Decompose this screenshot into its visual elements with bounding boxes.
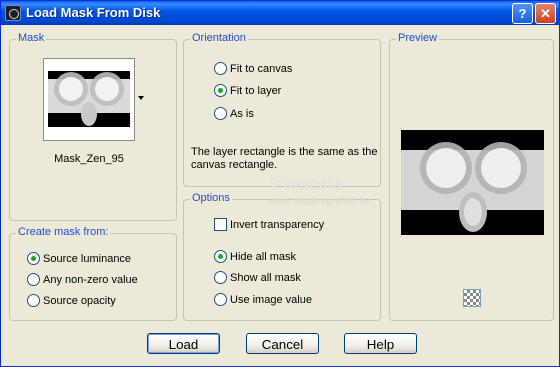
label-as-is[interactable]: As is <box>230 108 254 120</box>
title-close-button[interactable]: ✕ <box>535 3 556 24</box>
create-mask-from-title: Create mask from: <box>16 226 111 238</box>
orientation-description: The layer rectangle is the same as the c… <box>191 146 378 171</box>
transparency-checker-icon[interactable] <box>463 289 481 307</box>
mask-group-title: Mask <box>16 32 47 44</box>
radio-source-opacity[interactable] <box>27 294 40 307</box>
cancel-button[interactable]: Cancel <box>246 333 319 354</box>
mask-thumbnail[interactable] <box>43 58 135 141</box>
mask-thumbnail-image <box>44 59 134 140</box>
radio-hide-all-mask[interactable] <box>214 250 227 263</box>
help-button[interactable]: Help <box>344 333 417 354</box>
label-show-all-mask[interactable]: Show all mask <box>230 272 301 284</box>
label-hide-all-mask[interactable]: Hide all mask <box>230 251 296 263</box>
radio-fit-to-layer[interactable] <box>214 84 227 97</box>
radio-use-image-value[interactable] <box>214 293 227 306</box>
radio-fit-to-canvas[interactable] <box>214 62 227 75</box>
radio-source-luminance[interactable] <box>27 252 40 265</box>
title-bar[interactable]: Load Mask From Disk ? ✕ <box>1 1 559 25</box>
checkbox-invert-transparency[interactable] <box>214 218 227 231</box>
options-group-title: Options <box>190 192 232 204</box>
dialog-window: Load Mask From Disk ? ✕ Mask Mask_Zen_95… <box>0 0 560 367</box>
watermark-url: www.maidiregrafica.eu <box>269 196 370 207</box>
window-title: Load Mask From Disk <box>26 5 161 20</box>
radio-show-all-mask[interactable] <box>214 271 227 284</box>
mask-name-label: Mask_Zen_95 <box>54 153 124 165</box>
label-fit-to-layer[interactable]: Fit to layer <box>230 85 281 97</box>
title-help-button[interactable]: ? <box>512 3 533 24</box>
watermark-name: Pinuccia <box>271 174 344 193</box>
label-use-image-value[interactable]: Use image value <box>230 294 312 306</box>
preview-image <box>401 130 544 235</box>
label-fit-to-canvas[interactable]: Fit to canvas <box>230 63 292 75</box>
label-any-non-zero-value[interactable]: Any non-zero value <box>43 274 138 286</box>
load-button[interactable]: Load <box>147 333 220 354</box>
label-source-opacity[interactable]: Source opacity <box>43 295 116 307</box>
mask-dropdown-arrow-icon[interactable] <box>138 96 144 100</box>
app-icon <box>5 5 21 21</box>
preview-mask-graphic <box>401 130 544 235</box>
label-invert-transparency[interactable]: Invert transparency <box>230 219 324 231</box>
preview-group-title: Preview <box>396 32 440 44</box>
radio-as-is[interactable] <box>214 107 227 120</box>
label-source-luminance[interactable]: Source luminance <box>43 253 131 265</box>
orientation-group-title: Orientation <box>190 32 248 44</box>
radio-any-non-zero-value[interactable] <box>27 273 40 286</box>
